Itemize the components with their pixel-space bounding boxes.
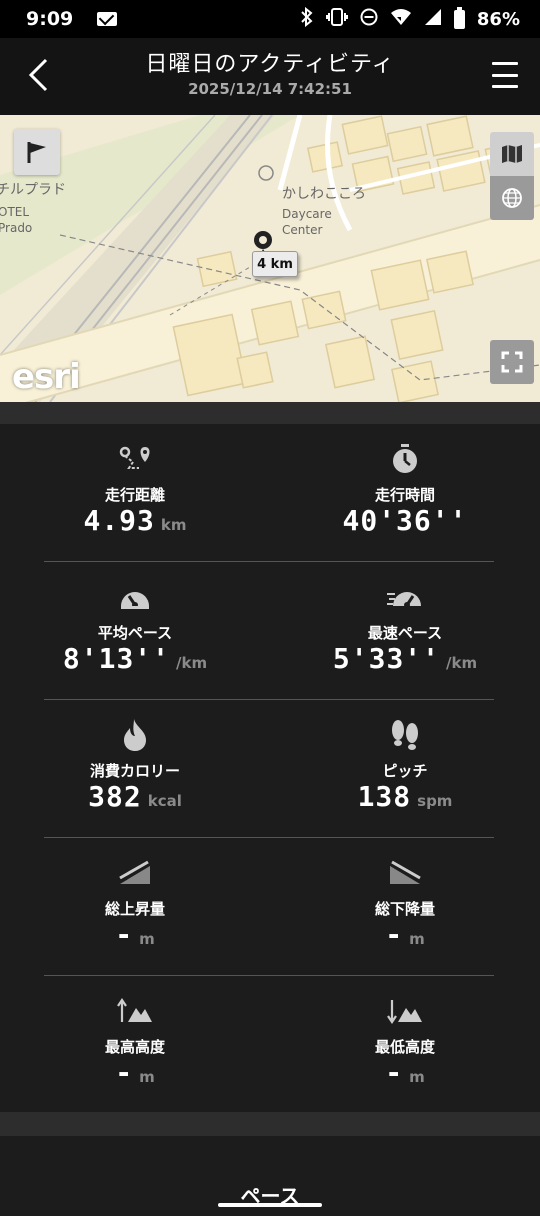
signal-icon [424, 8, 442, 30]
stat-label: ピッチ [382, 762, 428, 780]
globe-icon [502, 188, 522, 208]
stat-best-pace: 最速ペース 5'33'' /km [270, 562, 540, 700]
map-attribution-logo: esri [12, 357, 81, 397]
pitch-value: 138 [357, 780, 412, 813]
start-flag-button[interactable] [14, 129, 60, 175]
menu-icon [492, 62, 518, 65]
mail-icon [97, 12, 118, 26]
ascent-unit: m [139, 930, 155, 948]
stat-label: 消費カロリー [89, 762, 180, 780]
stats-row: 最高高度 -m 最低高度 -m [0, 976, 540, 1114]
activity-stats: 走行距離 4.93 km 走行時間 40'36'' 平均ペース 8'13'' /km… [0, 424, 540, 1112]
app-header: 日曜日のアクティビティ 2025/12/14 7:42:51 [0, 38, 540, 115]
stat-max-altitude: 最高高度 -m [0, 976, 270, 1114]
battery-percentage: 86% [476, 8, 520, 30]
ascent-icon [0, 856, 270, 890]
calories-value: 382 [88, 780, 142, 813]
wifi-icon [390, 8, 412, 30]
stat-pitch: ピッチ 138 spm [270, 700, 540, 838]
route-map[interactable]: かしわこころ Daycare Center チルプラド OTEL Prado 4… [0, 115, 540, 402]
footprints-icon [270, 718, 540, 752]
stats-row: 平均ペース 8'13'' /km 最速ペース 5'33'' /km [0, 562, 540, 700]
ascent-value: - [115, 918, 134, 951]
flag-icon [27, 142, 46, 163]
descent-unit: m [409, 930, 425, 948]
activity-datetime: 2025/12/14 7:42:51 [188, 80, 352, 98]
stat-label: 総下降量 [374, 900, 435, 918]
vibrate-icon [325, 8, 348, 30]
descent-icon [270, 856, 540, 890]
stat-ascent: 総上昇量 -m [0, 838, 270, 976]
menu-button[interactable] [492, 62, 518, 88]
bluetooth-icon [300, 6, 314, 31]
avg-pace-value: 8'13'' [62, 642, 171, 675]
best-pace-unit: /km [446, 654, 478, 672]
descent-value: - [385, 918, 404, 951]
divider [0, 1112, 540, 1136]
map-label-place2: Daycare [282, 207, 332, 221]
dnd-icon [360, 8, 378, 30]
map-label-place4: チルプラド [0, 182, 66, 198]
stat-descent: 総下降量 -m [270, 838, 540, 976]
status-time: 9:09 [26, 8, 74, 30]
fullscreen-icon [501, 351, 523, 373]
min-altitude-icon [270, 994, 540, 1028]
max-altitude-value: - [115, 1056, 134, 1089]
map-icon [502, 145, 522, 163]
stat-calories: 消費カロリー 382 kcal [0, 700, 270, 838]
stopwatch-icon [270, 442, 540, 476]
page-title: 日曜日のアクティビティ [145, 52, 395, 77]
map-label-place6: Prado [0, 221, 33, 235]
stat-label: 平均ペース [97, 624, 173, 642]
speedometer-icon [0, 580, 270, 614]
distance-marker[interactable]: 4 km [252, 251, 298, 277]
time-value: 40'36'' [342, 504, 468, 537]
fullscreen-button[interactable] [490, 340, 534, 384]
stat-label: 最速ペース [367, 624, 443, 642]
satellite-view-button[interactable] [490, 176, 534, 220]
divider [0, 402, 540, 424]
stats-row: 走行距離 4.93 km 走行時間 40'36'' [0, 424, 540, 562]
stat-label: 総上昇量 [104, 900, 165, 918]
stat-distance: 走行距離 4.93 km [0, 424, 270, 562]
calories-unit: kcal [147, 792, 182, 810]
map-label-place5: OTEL [0, 205, 30, 219]
map-label-place1: かしわこころ [282, 186, 366, 202]
stat-min-altitude: 最低高度 -m [270, 976, 540, 1114]
stat-avg-pace: 平均ペース 8'13'' /km [0, 562, 270, 700]
min-altitude-value: - [385, 1056, 404, 1089]
stats-row: 消費カロリー 382 kcal ピッチ 138 spm [0, 700, 540, 838]
map-view-button[interactable] [490, 132, 534, 176]
stat-label: 最低高度 [374, 1038, 435, 1056]
route-icon [0, 442, 270, 476]
max-altitude-icon [0, 994, 270, 1028]
status-bar: 9:09 86% [0, 0, 540, 38]
distance-value: 4.93 [83, 504, 155, 537]
pitch-unit: spm [417, 792, 453, 810]
stat-label: 走行時間 [374, 486, 435, 504]
stat-label: 走行距離 [104, 486, 165, 504]
stats-row: 総上昇量 -m 総下降量 -m [0, 838, 540, 976]
distance-unit: km [160, 516, 187, 534]
home-indicator[interactable] [218, 1203, 322, 1207]
avg-pace-unit: /km [176, 654, 208, 672]
best-pace-value: 5'33'' [332, 642, 441, 675]
max-altitude-unit: m [139, 1068, 155, 1086]
battery-icon [453, 6, 465, 29]
flame-icon [0, 718, 270, 752]
map-label-place3: Center [282, 223, 323, 237]
stat-label: 最高高度 [104, 1038, 165, 1056]
fast-speedometer-icon [270, 580, 540, 614]
min-altitude-unit: m [409, 1068, 425, 1086]
status-icons: 86% [300, 6, 520, 31]
stat-time: 走行時間 40'36'' [270, 424, 540, 562]
